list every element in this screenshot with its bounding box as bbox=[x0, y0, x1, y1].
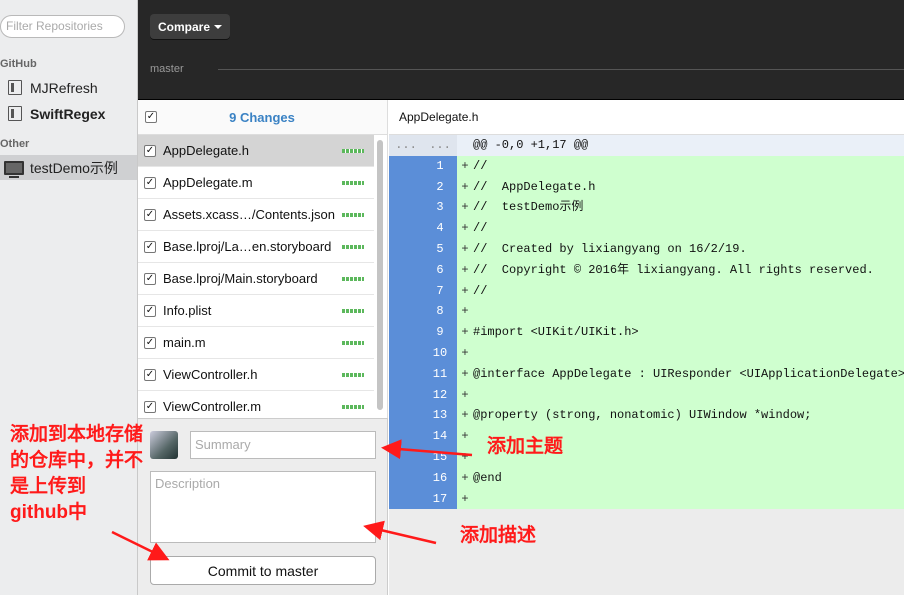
arrow-to-summary bbox=[381, 439, 473, 460]
arrow-to-description bbox=[363, 520, 437, 545]
arrow-to-commit bbox=[111, 530, 170, 561]
annotation-arrows bbox=[111, 439, 473, 561]
